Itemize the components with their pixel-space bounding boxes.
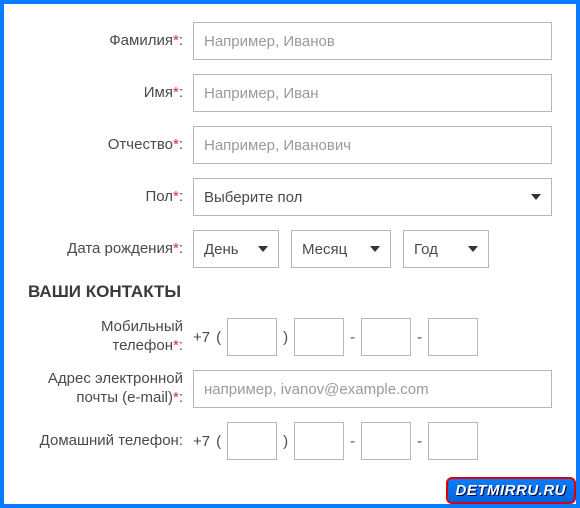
mobile-part1-input[interactable] bbox=[294, 318, 344, 356]
dob-month-select[interactable]: Месяц bbox=[291, 230, 391, 268]
gender-label: Пол*: bbox=[28, 188, 193, 206]
chevron-down-icon bbox=[468, 246, 478, 252]
mobile-area-input[interactable] bbox=[227, 318, 277, 356]
chevron-down-icon bbox=[531, 194, 541, 200]
home-part3-input[interactable] bbox=[428, 422, 478, 460]
home-phone-label: Домашний телефон: bbox=[28, 432, 193, 450]
dob-year-select[interactable]: Год bbox=[403, 230, 489, 268]
email-input[interactable] bbox=[193, 370, 552, 408]
home-part1-input[interactable] bbox=[294, 422, 344, 460]
mobile-phone-group: +7 ( ) - - bbox=[193, 318, 552, 356]
firstname-label: Имя*: bbox=[28, 84, 193, 102]
gender-select[interactable]: Выберите пол bbox=[193, 178, 552, 216]
email-label: Адрес электронной почты (e-mail)*: bbox=[28, 370, 193, 408]
home-part2-input[interactable] bbox=[361, 422, 411, 460]
watermark-badge: DETMIRRU.RU bbox=[446, 477, 577, 504]
firstname-input[interactable] bbox=[193, 74, 552, 112]
lastname-input[interactable] bbox=[193, 22, 552, 60]
patronymic-label: Отчество*: bbox=[28, 136, 193, 154]
dob-label: Дата рождения*: bbox=[28, 240, 193, 258]
lastname-label: Фамилия*: bbox=[28, 32, 193, 50]
contacts-heading: ВАШИ КОНТАКТЫ bbox=[28, 282, 552, 302]
mobile-part3-input[interactable] bbox=[428, 318, 478, 356]
chevron-down-icon bbox=[258, 246, 268, 252]
home-area-input[interactable] bbox=[227, 422, 277, 460]
dob-day-select[interactable]: День bbox=[193, 230, 279, 268]
chevron-down-icon bbox=[370, 246, 380, 252]
mobile-part2-input[interactable] bbox=[361, 318, 411, 356]
mobile-label: Мобильный телефон*: bbox=[28, 318, 193, 356]
patronymic-input[interactable] bbox=[193, 126, 552, 164]
home-phone-group: +7 ( ) - - bbox=[193, 422, 552, 460]
